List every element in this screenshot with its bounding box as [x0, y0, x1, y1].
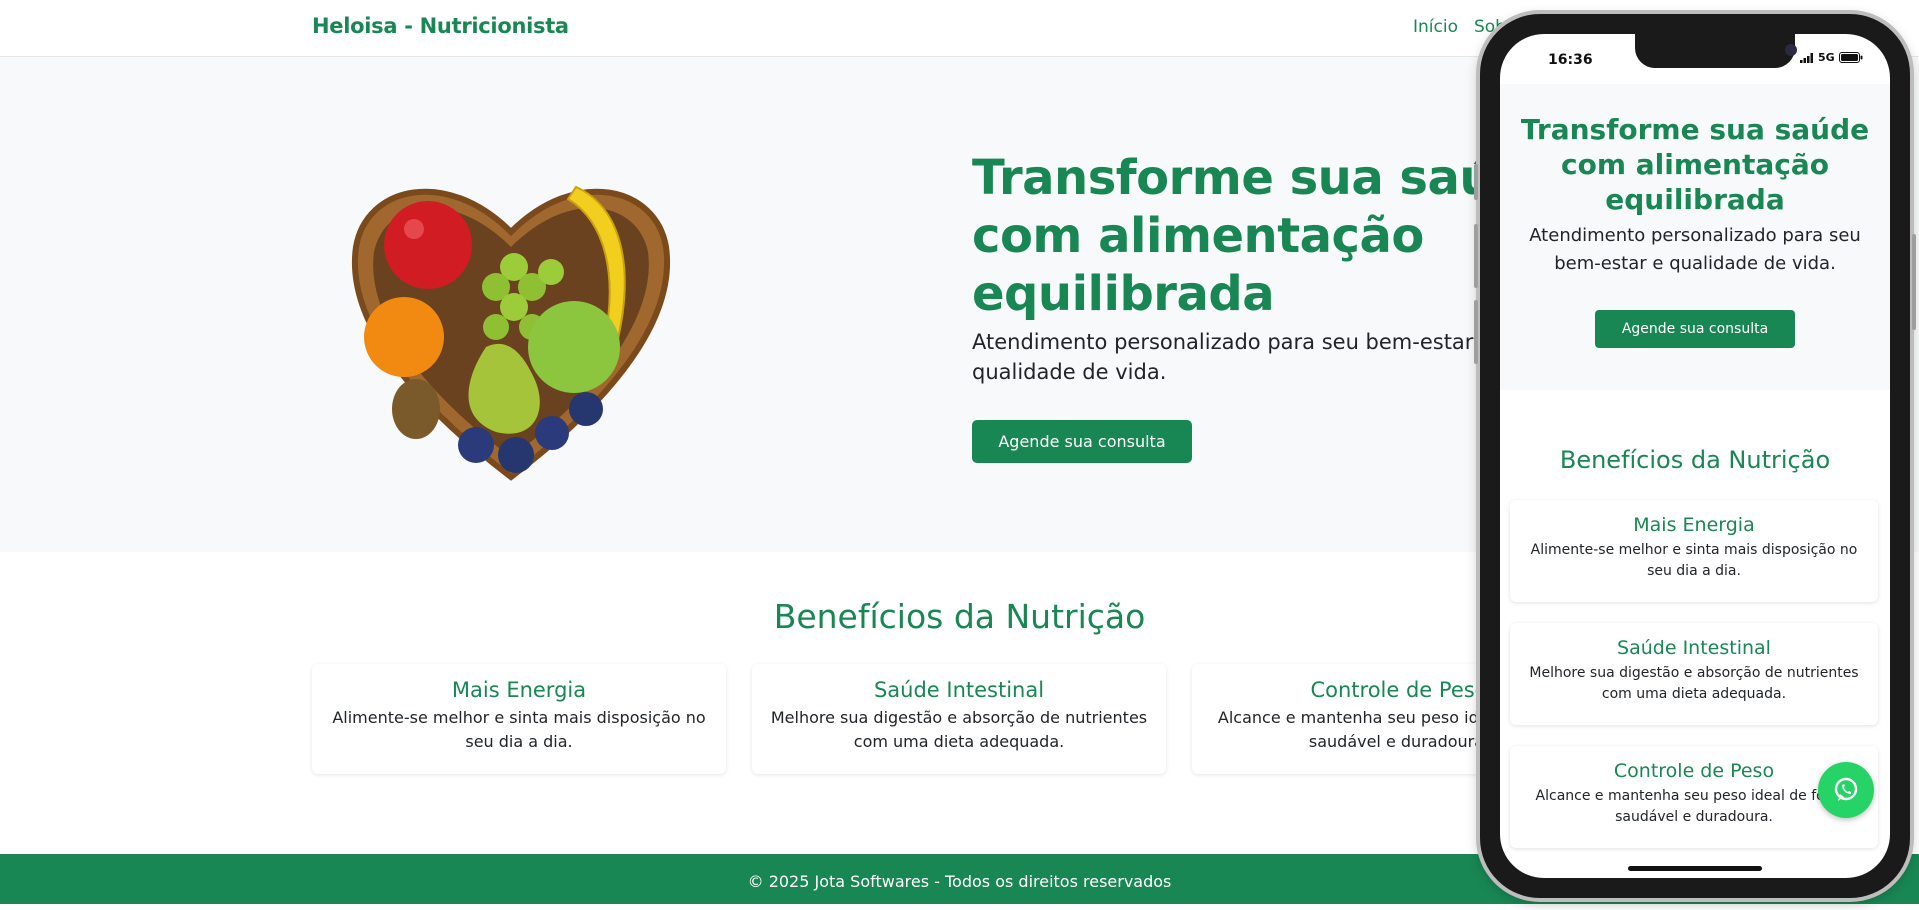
schedule-consultation-button[interactable]: Agende sua consulta — [972, 420, 1192, 463]
benefit-card-energy: Mais Energia Alimente-se melhor e sinta … — [312, 664, 726, 774]
phone-volume-button — [1474, 300, 1478, 364]
benefit-card-text: Melhore sua digestão e absorção de nutri… — [770, 708, 1148, 751]
benefit-card-gut-health: Saúde Intestinal Melhore sua digestão e … — [752, 664, 1166, 774]
signal-icon — [1800, 52, 1813, 63]
hero-subtitle: Atendimento personalizado para seu bem-e… — [972, 330, 1494, 384]
benefit-card-title: Mais Energia — [451, 678, 587, 702]
benefit-card-title: Saúde Intestinal — [873, 678, 1045, 702]
whatsapp-button[interactable] — [1818, 762, 1874, 818]
nav-link-inicio[interactable]: Início — [1413, 17, 1458, 37]
phone-power-button — [1912, 234, 1916, 330]
mobile-hero-subtitle: Atendimento personalizado para seu bem-e… — [1529, 225, 1861, 274]
heart-fruit-basket-icon — [351, 185, 671, 481]
navbar-brand[interactable]: Heloisa - Nutricionista — [312, 14, 569, 38]
camera-icon — [1785, 44, 1797, 56]
phone-notch — [1635, 34, 1797, 68]
benefit-card-text: Alcance e mantenha seu peso ideal de for… — [1535, 788, 1853, 825]
phone-screen: 16:36 5G Transforme sua saúde com alimen… — [1500, 34, 1890, 878]
benefit-card-text: Alimente-se melhor e sinta mais disposiç… — [1530, 542, 1858, 579]
phone-side-button — [1474, 164, 1478, 200]
network-label: 5G — [1818, 51, 1835, 64]
footer-text: © 2025 Jota Softwares - Todos os direito… — [747, 872, 1172, 891]
status-indicators: 5G — [1800, 51, 1863, 64]
mobile-benefit-card-energy: Mais Energia Alimente-se melhor e sinta … — [1510, 500, 1878, 602]
phone-volume-button — [1474, 224, 1478, 288]
benefit-card-title: Mais Energia — [1633, 514, 1755, 536]
mobile-benefit-card-gut-health: Saúde Intestinal Melhore sua digestão e … — [1510, 623, 1878, 725]
mobile-benefits-title: Benefícios da Nutrição — [1559, 446, 1831, 474]
benefit-card-text: Melhore sua digestão e absorção de nutri… — [1529, 665, 1859, 702]
phone-mockup: 16:36 5G Transforme sua saúde com alimen… — [1474, 14, 1916, 898]
mobile-hero-title: Transforme sua saúde com alimentação equ… — [1520, 113, 1870, 216]
mobile-schedule-consultation-button[interactable]: Agende sua consulta — [1595, 310, 1795, 348]
status-time: 16:36 — [1548, 52, 1593, 68]
whatsapp-icon — [1834, 777, 1858, 801]
battery-icon — [1838, 52, 1863, 63]
mobile-hero-section: Transforme sua saúde com alimentação equ… — [1500, 84, 1890, 390]
benefit-card-title: Saúde Intestinal — [1617, 637, 1771, 659]
benefit-card-text: Alimente-se melhor e sinta mais disposiç… — [332, 708, 706, 751]
home-indicator — [1628, 866, 1762, 871]
